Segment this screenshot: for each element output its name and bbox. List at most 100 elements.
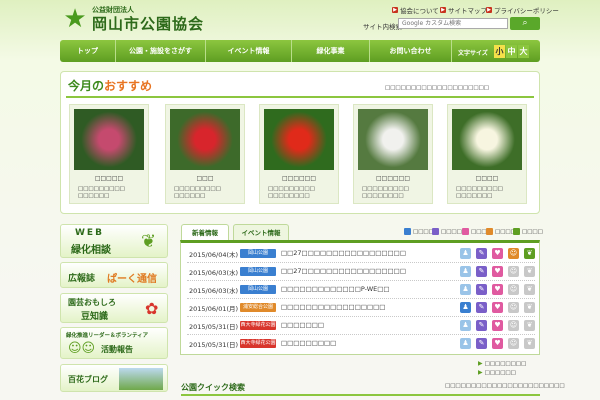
tab-events[interactable]: イベント情報 [233, 224, 289, 241]
person-icon: ♟ [460, 302, 471, 313]
font-size-medium-button[interactable]: 中 [506, 45, 517, 58]
heart-icon: ♥ [492, 302, 503, 313]
heart-icon: ♥ [492, 284, 503, 295]
category-icon [513, 228, 520, 235]
legend-item: □□□ [462, 228, 487, 235]
person-icon: ♟ [460, 320, 471, 331]
about-link[interactable]: ▶ 協会について [392, 5, 439, 15]
search-input[interactable] [398, 18, 508, 29]
arrow-icon: ▶ [478, 369, 483, 376]
flower-photo [264, 109, 334, 170]
people-icon: ☺☺ [68, 341, 96, 356]
leaf-icon: ❦ [524, 284, 535, 295]
nav-item-events[interactable]: イベント情報 [206, 40, 292, 62]
garden-photo [119, 368, 163, 390]
people-icon: ☺ [508, 266, 519, 277]
rss-link[interactable]: ▶ □□□□□□ [478, 369, 516, 376]
category-badge: 岡山公園 [240, 267, 276, 276]
legend-item: □□□□ [404, 228, 434, 235]
recommend-card[interactable]: □□□□□□ □□□□□□□□□ □□□□□□□□ [353, 104, 433, 204]
leaf-icon: ❦ [524, 320, 535, 331]
news-row[interactable]: 2015/06/03(水) 岡山公園 □□27□□□□□□□□□□□□□□□□□… [187, 263, 535, 281]
flower-photo [170, 109, 240, 170]
flower-photo [74, 109, 144, 170]
divider [66, 96, 534, 98]
recommend-card[interactable]: □□□□□ □□□□□□□□□ □□□□□□ [69, 104, 149, 204]
pen-icon: ✎ [476, 248, 487, 259]
recommend-title: 今月のおすすめ [68, 79, 153, 93]
nav-item-contact[interactable]: お問い合わせ [370, 40, 452, 62]
people-icon: ☺ [508, 338, 519, 349]
arrow-icon: ▶ [486, 7, 492, 13]
people-icon: ☺ [508, 302, 519, 313]
category-icon [486, 228, 493, 235]
nav-item-parks[interactable]: 公園・施設をさがす [116, 40, 206, 62]
news-row[interactable]: 2015/06/04(木) 岡山公園 □□27□□□□□□□□□□□□□□□□□… [187, 245, 535, 263]
category-icon [432, 228, 439, 235]
arrow-icon: ▶ [478, 360, 483, 367]
heart-icon: ♥ [492, 320, 503, 331]
category-badge: 岡山公園 [240, 249, 276, 258]
recommend-card[interactable]: □□□ □□□□□□□□□ □□□□□□ [165, 104, 245, 204]
legend-item: □□□□ [513, 228, 543, 235]
flower-photo [452, 109, 522, 170]
tab-news[interactable]: 新着情報 [181, 224, 229, 241]
legend-item: □□□□ [432, 228, 462, 235]
people-icon: ☺ [508, 320, 519, 331]
leaf-icon: ❦ [141, 231, 157, 252]
quick-search-title: 公園クイック検索 [181, 383, 245, 392]
blog-banner[interactable]: 百花ブログ [60, 364, 168, 392]
news-list-link[interactable]: ▶ □□□□□□□□ [478, 360, 526, 367]
leaf-icon: ❦ [524, 338, 535, 349]
leaf-icon: ❦ [524, 266, 535, 277]
category-badge: 浦安総合公園 [240, 303, 276, 312]
category-icon [462, 228, 469, 235]
pen-icon: ✎ [476, 284, 487, 295]
site-logo[interactable]: 岡山市公園協会 [92, 13, 204, 34]
font-size-small-button[interactable]: 小 [494, 45, 505, 58]
news-row[interactable]: 2015/06/01(月) 浦安総合公園 □□□□□□□□□□□□□□□□□ ♟… [187, 299, 535, 317]
news-row[interactable]: 2015/06/03(水) 岡山公園 □□□□□□□□□□□□□P-WE□□ ♟… [187, 281, 535, 299]
news-row[interactable]: 2015/05/31(日) 西大寺緑花公園 □□□□□□□□□ ♟ ✎ ♥ ☺ … [187, 335, 535, 352]
search-icon: ⌕ [522, 18, 528, 28]
category-badge: 西大寺緑花公園 [240, 321, 276, 330]
news-row[interactable]: 2015/05/31(日) 西大寺緑花公園 □□□□□□□ ♟ ✎ ♥ ☺ ❦ [187, 317, 535, 335]
magazine-banner[interactable]: 広報誌 ぱーく通信 [60, 262, 168, 288]
arrow-icon: ▶ [440, 7, 446, 13]
volunteer-report-banner[interactable]: 緑化推進リーダー＆ボランティア 活動報告 ☺☺ [60, 327, 168, 359]
pen-icon: ✎ [476, 302, 487, 313]
category-icon [404, 228, 411, 235]
privacy-link[interactable]: ▶ プライバシーポリシー [486, 5, 559, 15]
person-icon: ♟ [460, 266, 471, 277]
logo-star-icon[interactable]: ★ [62, 6, 88, 32]
recommend-note: □□□□□□□□□□□□□□□□□□□□ [385, 85, 489, 91]
nav-item-top[interactable]: トップ [60, 40, 116, 62]
person-icon: ♟ [460, 284, 471, 295]
font-size-large-button[interactable]: 大 [518, 45, 529, 58]
sitemap-link[interactable]: ▶ サイトマップ [440, 5, 487, 15]
search-label: サイト内検索 [363, 23, 402, 31]
leaf-icon: ❦ [524, 302, 535, 313]
pen-icon: ✎ [476, 266, 487, 277]
arrow-icon: ▶ [392, 7, 398, 13]
recommend-card[interactable]: □□□□ □□□□□□□□□ □□□□□□□ [447, 104, 527, 204]
heart-icon: ♥ [492, 338, 503, 349]
font-size-label: 文字サイズ [458, 50, 488, 57]
heart-icon: ♥ [492, 248, 503, 259]
flower-pot-icon: ✿ [145, 299, 159, 318]
nav-item-greening[interactable]: 緑化事業 [292, 40, 370, 62]
pen-icon: ✎ [476, 320, 487, 331]
recommend-card[interactable]: □□□□□□ □□□□□□□□□ □□□□□□□□ [259, 104, 339, 204]
divider [181, 394, 540, 396]
heart-icon: ♥ [492, 266, 503, 277]
legend-item: □□□□ [486, 228, 516, 235]
category-badge: 西大寺緑花公園 [240, 339, 276, 348]
flower-photo [358, 109, 428, 170]
people-icon: ☺ [508, 248, 519, 259]
category-badge: 岡山公園 [240, 285, 276, 294]
gardening-tips-banner[interactable]: 園芸おもしろ 豆知識 ✿ [60, 293, 168, 323]
people-icon: ☺ [508, 284, 519, 295]
web-consult-banner[interactable]: WEB 緑化相談 ❦ [60, 224, 168, 258]
person-icon: ♟ [460, 338, 471, 349]
search-button[interactable]: ⌕ [510, 17, 540, 30]
